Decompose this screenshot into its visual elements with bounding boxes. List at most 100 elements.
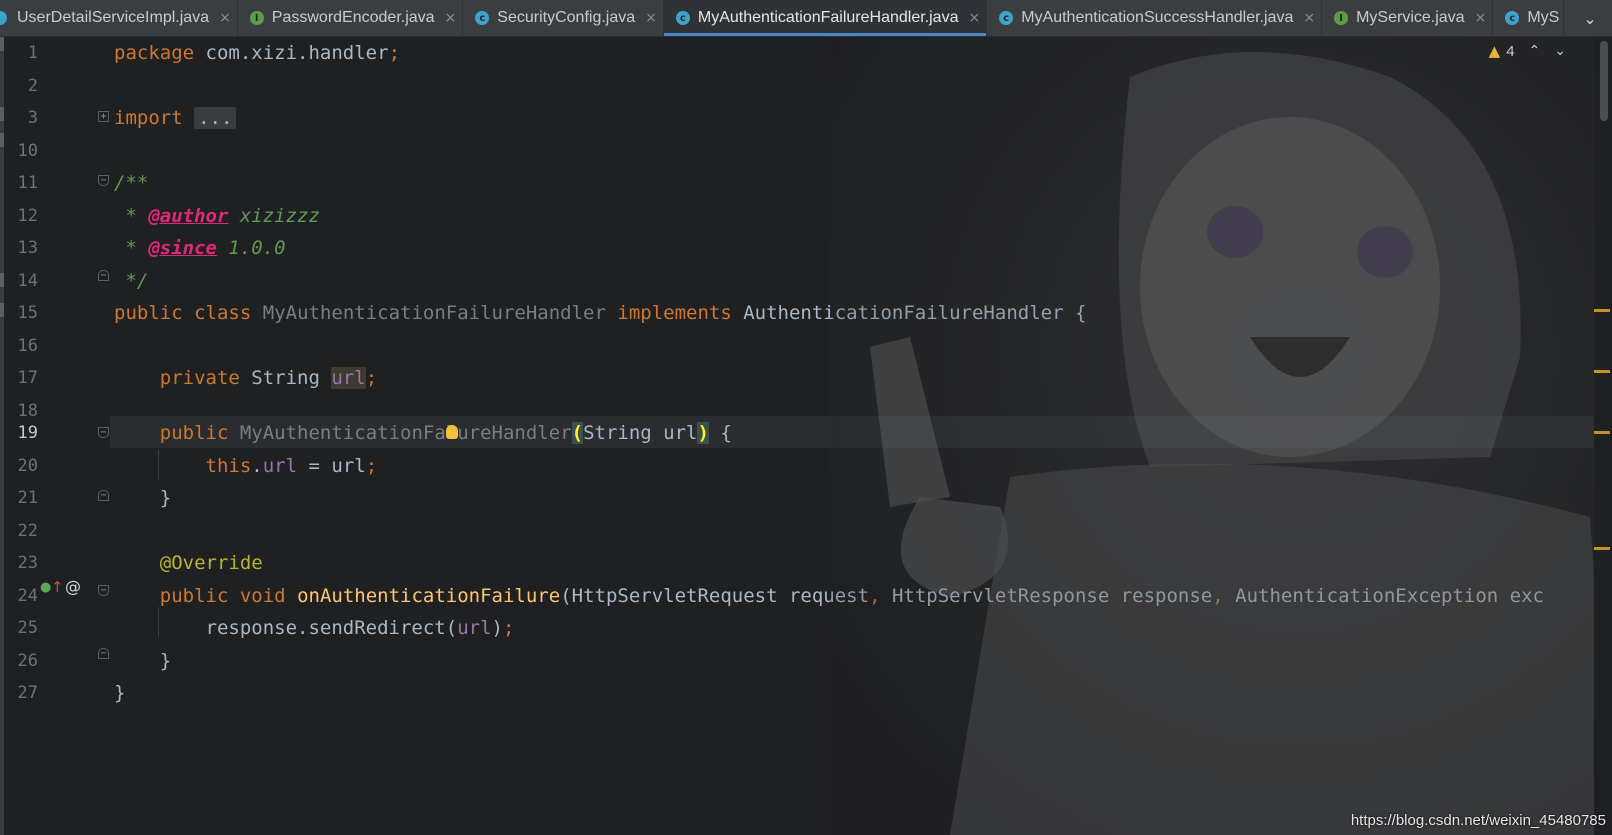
line-number: 16 [17, 335, 38, 356]
keyword: this [205, 454, 252, 477]
chevron-up-icon[interactable]: ⌃ [1529, 43, 1541, 59]
paren: ) [697, 422, 709, 444]
class-icon: c [675, 11, 690, 25]
close-icon[interactable]: × [219, 10, 231, 26]
override-icon[interactable]: ● [40, 580, 51, 595]
line-number: 21 [17, 488, 38, 508]
fold-collapse-icon[interactable]: − [98, 175, 109, 186]
close-icon[interactable]: × [445, 10, 457, 26]
tab-myauthenticationfailurehandler[interactable]: c MyAuthenticationFailureHandler.java × [663, 0, 988, 36]
line-number: 10 [17, 140, 38, 161]
line-number: 26 [17, 650, 38, 671]
tab-label: PasswordEncoder.java [271, 9, 435, 26]
chevron-down-icon[interactable]: ⌄ [1554, 43, 1566, 59]
parameters: String url [583, 422, 698, 444]
code-line-13: * @since 1.0.0 [114, 232, 286, 265]
line-number: 13 [17, 238, 38, 258]
brace: } [159, 487, 172, 509]
semicolon: ; [388, 42, 401, 64]
code-line-12: * @author xizizzz [114, 200, 319, 233]
brace: { [1063, 302, 1087, 324]
tab-label: UserDetailServiceImpl.java [17, 9, 210, 26]
code-line-19: public MyAuthenticationFalureHandler(Str… [114, 417, 732, 450]
fold-collapse-icon[interactable]: − [98, 427, 109, 438]
fold-end-icon[interactable]: − [98, 270, 109, 281]
keyword: public [114, 302, 183, 324]
keyword: implements [617, 302, 732, 324]
warning-marker[interactable] [1594, 370, 1610, 373]
comma: , [869, 584, 881, 607]
code-editor[interactable]: 1 2 3 10 11 12 13 14 15 16 17 18 19 20 2… [0, 37, 1612, 835]
annotation: @Override [159, 552, 263, 574]
close-icon[interactable]: × [1303, 10, 1315, 26]
code-line-17: private String url; [114, 362, 377, 395]
interface-icon: I [249, 11, 264, 25]
semicolon: ; [365, 367, 378, 389]
warning-marker[interactable] [1594, 547, 1610, 550]
dot: . [251, 454, 263, 477]
code-line-3: import ... [114, 102, 237, 135]
keyword: import [114, 107, 183, 129]
implements-marker-icon[interactable]: @ [65, 577, 81, 596]
semicolon: ; [502, 617, 515, 639]
comma: , [1212, 584, 1224, 607]
warning-count: 4 [1506, 42, 1515, 60]
comment: * [114, 237, 149, 259]
class-name: MyAuthenticationFailureHandler [262, 302, 606, 324]
chevron-down-icon[interactable]: ⌄ [1568, 0, 1612, 36]
parameter: HttpServletRequest request [571, 584, 870, 607]
warning-marker[interactable] [1594, 431, 1610, 434]
fold-end-icon[interactable]: − [98, 490, 109, 501]
tab-passwordencoder[interactable]: I PasswordEncoder.java × [238, 0, 464, 36]
inspection-widget[interactable]: ▲ 4 ⌃ ⌄ [1489, 42, 1566, 60]
vertical-scrollbar[interactable] [1594, 37, 1612, 835]
keyword: class [194, 302, 252, 324]
tab-myauthenticationsuccesshandler[interactable]: c MyAuthenticationSuccessHandler.java × [987, 0, 1323, 36]
arrow-up-icon[interactable]: ↑ [51, 578, 64, 596]
keyword: public [159, 584, 229, 607]
keyword: private [159, 367, 240, 389]
close-icon[interactable]: × [645, 10, 657, 26]
line-number: 17 [17, 368, 38, 388]
comment: 1.0.0 [216, 237, 286, 259]
tab-myservice[interactable]: I MyService.java × [1322, 0, 1494, 36]
scroll-thumb[interactable] [1600, 41, 1608, 121]
parameter: AuthenticationException exc [1223, 584, 1544, 607]
ide-window: UserDetailServiceImpl.java × I PasswordE… [0, 0, 1612, 835]
paren: ) [491, 617, 503, 639]
field-name: url [331, 367, 366, 389]
fold-collapse-icon[interactable]: − [98, 585, 109, 596]
line-number: 22 [17, 520, 38, 541]
line-number: 1 [27, 43, 38, 63]
line-number: 20 [17, 455, 38, 476]
class-icon: c [999, 11, 1014, 25]
keyword: public [159, 422, 229, 444]
field-name: url [262, 454, 298, 477]
code-line-23: @Override [114, 547, 263, 580]
warning-marker[interactable] [1594, 309, 1610, 312]
constructor-name: lureHandler [445, 422, 572, 444]
close-icon[interactable]: × [968, 10, 980, 26]
tab-userdetailserviceimpl[interactable]: UserDetailServiceImpl.java × [0, 0, 238, 36]
lightbulb-icon[interactable] [445, 424, 458, 439]
code-line-25: response.sendRedirect(url); [114, 612, 515, 645]
fold-expand-icon[interactable]: + [98, 111, 109, 122]
field-name: url [457, 617, 492, 639]
comment: * [114, 204, 149, 227]
fold-end-icon[interactable]: − [98, 648, 109, 659]
doc-tag: @since [148, 237, 217, 259]
method-name: onAuthenticationFailure [297, 584, 561, 607]
code-area[interactable]: package com.xizi.handler; import ... /**… [114, 37, 1594, 835]
paren: ( [560, 584, 572, 607]
line-number-gutter[interactable]: 1 2 3 10 11 12 13 14 15 16 17 18 19 20 2… [4, 37, 110, 835]
class-icon: c [475, 11, 490, 25]
code-line-11: /** [114, 172, 149, 194]
folded-imports[interactable]: ... [194, 107, 237, 129]
tab-mys-truncated[interactable]: c MyS [1493, 0, 1565, 36]
tab-label: MyService.java [1356, 9, 1465, 26]
paren: ( [571, 422, 584, 444]
code-line-1: package com.xizi.handler; [114, 37, 400, 70]
tab-securityconfig[interactable]: c SecurityConfig.java × [463, 0, 664, 36]
close-icon[interactable]: × [1475, 10, 1487, 26]
brace: } [114, 682, 126, 704]
